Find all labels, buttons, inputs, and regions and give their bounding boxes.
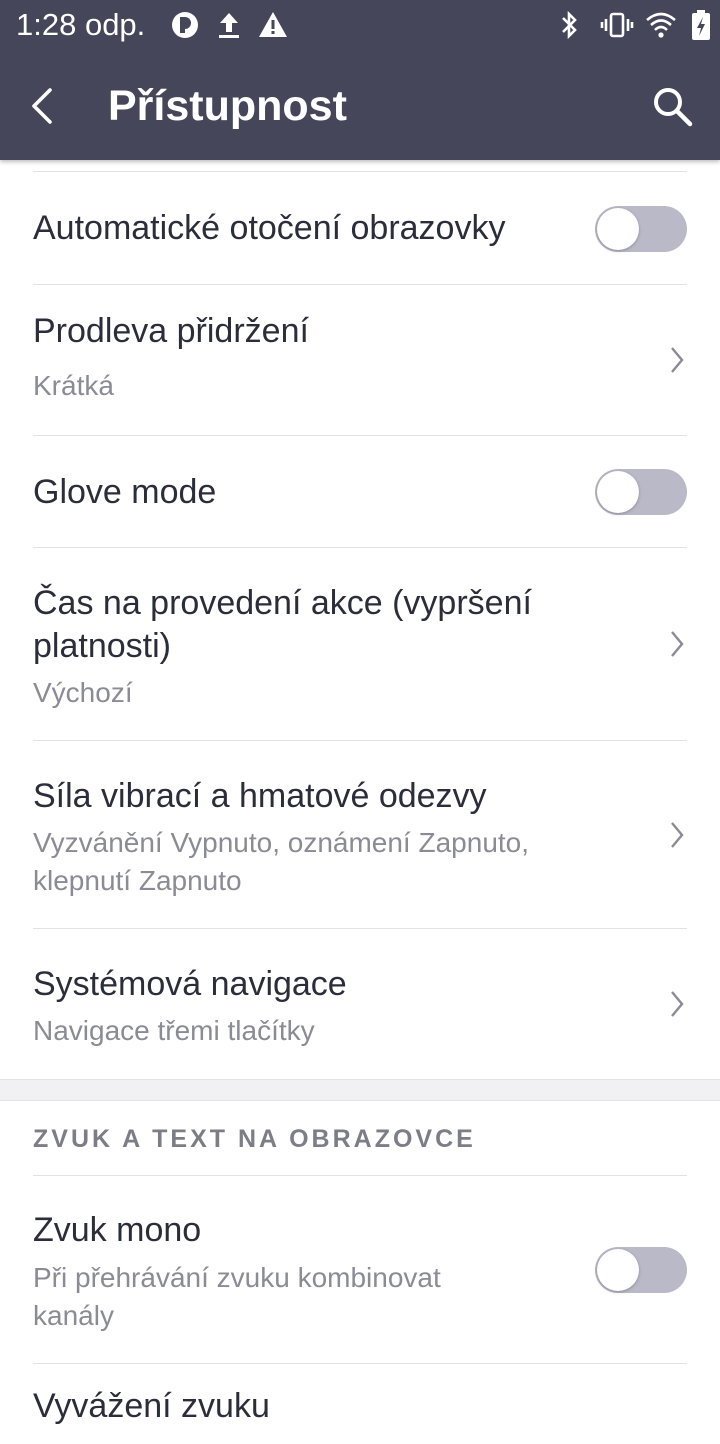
bluetooth-icon	[562, 10, 577, 40]
setting-title: Zvuk mono	[33, 1211, 202, 1249]
back-arrow-icon[interactable]	[22, 84, 66, 128]
setting-system-navigation[interactable]: Systémová navigace Navigace třemi tlačít…	[33, 929, 687, 1079]
section-divider	[0, 1079, 720, 1101]
setting-subtitle: Výchozí	[33, 677, 133, 708]
chevron-right-icon	[671, 822, 684, 848]
setting-subtitle-line2: klepnutí Zapnuto	[33, 865, 242, 896]
setting-subtitle: Krátká	[33, 370, 114, 401]
setting-title: Systémová navigace	[33, 965, 347, 1003]
setting-audio-balance[interactable]: Vyvážení zvuku	[33, 1364, 687, 1444]
setting-auto-rotate[interactable]: Automatické otočení obrazovky	[33, 172, 687, 285]
toggle-knob	[597, 1249, 639, 1291]
chevron-right-icon	[671, 631, 684, 657]
search-icon[interactable]	[648, 82, 696, 130]
setting-title-line1: Čas na provedení akce (vypršení	[33, 584, 532, 622]
setting-title: Síla vibrací a hmatové odezvy	[33, 777, 487, 815]
chevron-right-icon	[671, 347, 684, 373]
mono-audio-toggle[interactable]	[595, 1247, 687, 1293]
setting-subtitle-line1: Při přehrávání zvuku kombinovat	[33, 1262, 441, 1293]
setting-title: Automatické otočení obrazovky	[33, 209, 506, 247]
setting-vibration-strength[interactable]: Síla vibrací a hmatové odezvy Vyzvánění …	[33, 741, 687, 929]
setting-title: Glove mode	[33, 473, 217, 511]
auto-rotate-toggle[interactable]	[595, 206, 687, 252]
setting-title-line2: platnosti)	[33, 627, 171, 665]
setting-glove-mode[interactable]: Glove mode	[33, 436, 687, 548]
toggle-knob	[597, 471, 639, 513]
battery-charging-icon	[692, 10, 710, 40]
setting-subtitle-line1: Vyzvánění Vypnuto, oznámení Zapnuto,	[33, 827, 530, 858]
section-header-label: ZVUK A TEXT NA OBRAZOVCE	[33, 1125, 476, 1153]
setting-mono-audio[interactable]: Zvuk mono Při přehrávání zvuku kombinova…	[33, 1176, 687, 1364]
status-time: 1:28 odp.	[16, 7, 146, 42]
setting-subtitle-line2: kanály	[33, 1300, 114, 1331]
setting-subtitle: Navigace třemi tlačítky	[33, 1015, 315, 1046]
warning-icon	[259, 12, 287, 37]
data-saver-icon	[172, 12, 198, 38]
setting-title: Vyvážení zvuku	[33, 1387, 270, 1425]
vibrate-icon	[600, 12, 634, 38]
list-top-divider	[33, 160, 687, 172]
setting-title: Prodleva přidržení	[33, 312, 309, 350]
chevron-right-icon	[671, 991, 684, 1017]
upload-icon	[219, 13, 239, 38]
settings-list: Automatické otočení obrazovky Prodleva p…	[0, 160, 720, 1444]
toggle-knob	[597, 208, 639, 250]
setting-touch-delay[interactable]: Prodleva přidržení Krátká	[33, 285, 687, 436]
page-title: Přístupnost	[108, 82, 347, 130]
section-header: ZVUK A TEXT NA OBRAZOVCE	[33, 1101, 687, 1176]
setting-action-timeout[interactable]: Čas na provedení akce (vypršení platnost…	[33, 548, 687, 741]
top-app-bar: 1:28 odp. Přístupnost	[0, 0, 720, 160]
glove-mode-toggle[interactable]	[595, 469, 687, 515]
wifi-icon	[646, 12, 676, 38]
